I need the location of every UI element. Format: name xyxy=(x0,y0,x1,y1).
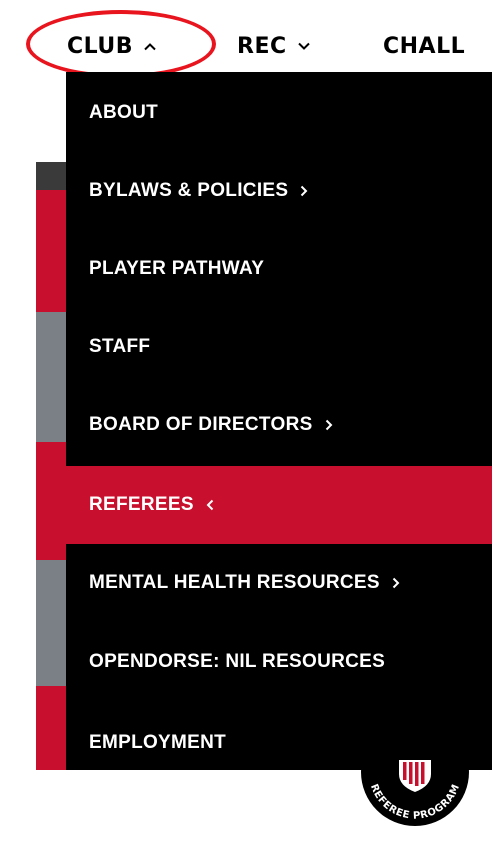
nav-item-label: CLUB xyxy=(67,33,134,59)
background-gray-strip xyxy=(36,312,68,442)
menu-item-staff[interactable]: STAFF xyxy=(66,308,492,386)
menu-item-label: ABOUT xyxy=(89,102,159,123)
background-red-strip xyxy=(36,442,68,560)
menu-item-label: OPENDORSE: NIL RESOURCES xyxy=(89,651,386,672)
nav-item-label: REC xyxy=(237,33,287,59)
chevron-down-icon xyxy=(297,42,311,51)
background-red-strip xyxy=(36,686,68,770)
chevron-right-icon xyxy=(300,185,308,197)
nav-item-rec[interactable]: REC xyxy=(237,26,311,66)
nav-item-chall[interactable]: CHALL xyxy=(383,26,465,66)
menu-item-label: STAFF xyxy=(89,336,151,357)
menu-item-label: BYLAWS & POLICIES xyxy=(89,180,289,201)
nav-item-label: CHALL xyxy=(383,33,466,59)
referee-program-badge: REFEREE PROGRAM xyxy=(361,756,469,826)
menu-item-referees[interactable]: REFEREES xyxy=(66,466,492,544)
club-dropdown-menu: ABOUT BYLAWS & POLICIES PLAYER PATHWAY S… xyxy=(66,72,492,770)
menu-item-player-pathway[interactable]: PLAYER PATHWAY xyxy=(66,230,492,308)
background-header-strip xyxy=(36,162,68,190)
menu-item-mental-health-resources[interactable]: MENTAL HEALTH RESOURCES xyxy=(66,544,492,622)
chevron-up-icon xyxy=(143,42,157,51)
menu-item-opendorse-nil-resources[interactable]: OPENDORSE: NIL RESOURCES xyxy=(66,623,492,701)
background-gray-strip xyxy=(36,560,68,686)
menu-item-bylaws-policies[interactable]: BYLAWS & POLICIES xyxy=(66,152,492,230)
background-red-strip xyxy=(36,190,68,312)
menu-item-label: REFEREES xyxy=(89,494,194,515)
nav-item-club[interactable]: CLUB xyxy=(67,26,157,66)
menu-item-label: MENTAL HEALTH RESOURCES xyxy=(89,572,380,593)
menu-item-board-of-directors[interactable]: BOARD OF DIRECTORS xyxy=(66,386,492,464)
chevron-right-icon xyxy=(325,419,333,431)
menu-item-about[interactable]: ABOUT xyxy=(66,74,492,152)
chevron-right-icon xyxy=(392,577,400,589)
menu-item-label: PLAYER PATHWAY xyxy=(89,258,265,279)
menu-item-label: EMPLOYMENT xyxy=(89,732,227,753)
menu-item-label: BOARD OF DIRECTORS xyxy=(89,414,313,435)
chevron-left-icon xyxy=(206,499,214,511)
